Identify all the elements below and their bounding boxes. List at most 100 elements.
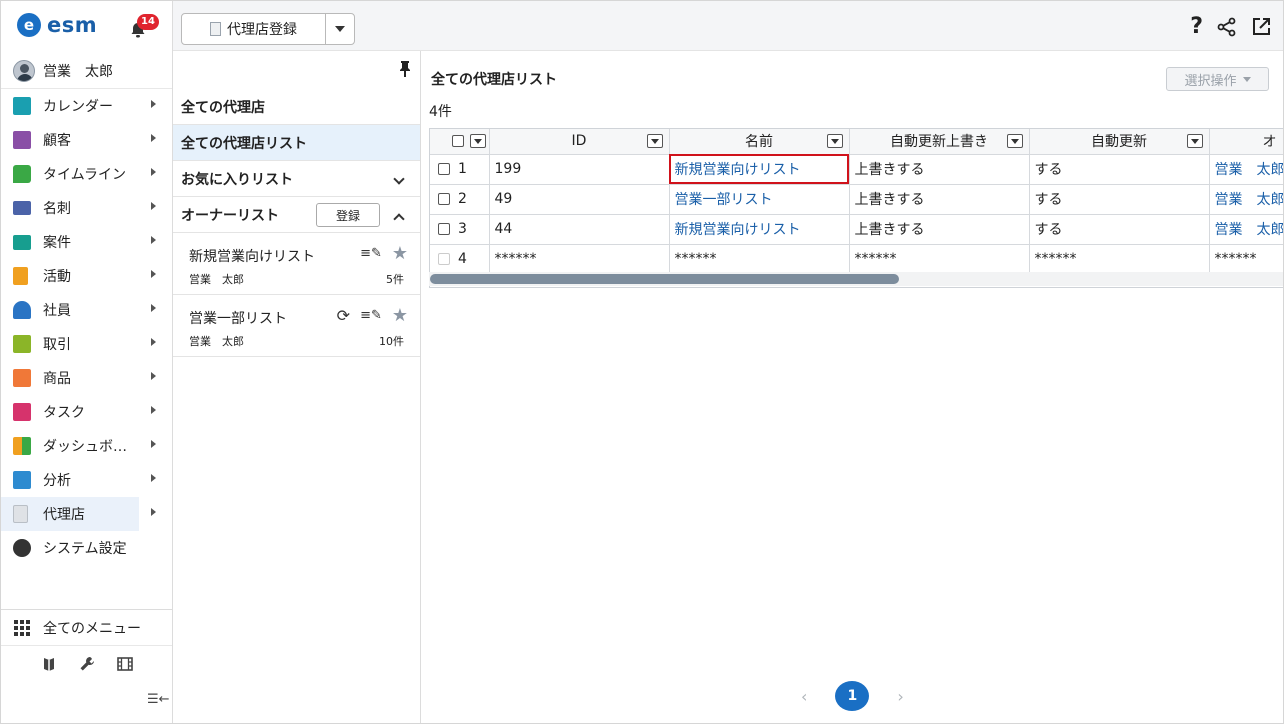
refresh-icon[interactable]: ⟳ (337, 306, 350, 325)
nav-menu: カレンダー 顧客 タイムライン 名刺 案件 活動 社員 取引 商品 タスク ダッ… (1, 89, 172, 565)
nav-item-label: 案件 (43, 235, 71, 251)
share-icon[interactable] (1217, 17, 1237, 37)
all-agencies-label: 全ての代理店 (181, 99, 265, 116)
register-agency-button[interactable]: 代理店登録 (182, 14, 326, 44)
scrollbar-thumb[interactable] (430, 274, 899, 284)
cell-id: 199 (489, 154, 670, 185)
column-menu-dropdown[interactable] (826, 134, 843, 148)
cell-name-link[interactable]: 新規営業向けリスト (669, 154, 850, 185)
owner-link[interactable]: 営業 太郎 (1215, 162, 1284, 178)
film-icon[interactable] (116, 656, 133, 672)
caret-down-icon (335, 26, 345, 32)
nav-item-label: 名刺 (43, 201, 71, 217)
page-title: 全ての代理店リスト (431, 72, 557, 88)
row-checkbox[interactable] (438, 163, 450, 175)
chevron-right-icon (151, 338, 156, 346)
column-header-label: 自動更新上書き (890, 134, 988, 151)
cell-name-link[interactable]: 営業一部リスト (669, 184, 850, 215)
nav-item-employees[interactable]: 社員 (1, 293, 172, 327)
edit-list-icon[interactable]: ≡✎ (360, 246, 382, 261)
ledger-icon (13, 335, 31, 353)
row-number: 4 (458, 251, 467, 267)
favorites-section[interactable]: お気に入りリスト (173, 161, 420, 197)
column-menu-dropdown[interactable] (1006, 134, 1023, 148)
column-header-auto-update-overwrite[interactable]: 自動更新上書き (849, 129, 1030, 155)
nav-item-analytics[interactable]: 分析 (1, 463, 172, 497)
register-dropdown-button[interactable] (326, 14, 354, 44)
page-button-current[interactable]: 1 (835, 681, 870, 711)
owner-link[interactable]: 営業 太郎 (1215, 192, 1284, 208)
star-icon[interactable]: ★ (392, 305, 408, 326)
horizontal-scrollbar[interactable] (429, 272, 1283, 286)
table-row[interactable]: 1 199 新規営業向けリスト 上書きする する 営業 太郎 (430, 154, 1284, 185)
row-checkbox[interactable] (438, 193, 450, 205)
nav-item-agencies[interactable]: 代理店 (1, 497, 156, 531)
column-header-name[interactable]: 名前 (669, 129, 850, 155)
select-menu-dropdown[interactable] (469, 134, 486, 148)
column-menu-dropdown[interactable] (1186, 134, 1203, 148)
owner-list-section[interactable]: オーナーリスト 登録 (173, 197, 420, 233)
table-row: 4 ****** ****** ****** ****** ****** (430, 244, 1283, 275)
nav-item-products[interactable]: 商品 (1, 361, 172, 395)
pin-icon[interactable] (399, 61, 411, 77)
nav-item-tasks[interactable]: タスク (1, 395, 172, 429)
wrench-icon[interactable] (79, 656, 95, 672)
nav-top: e esm 14 (1, 1, 172, 53)
esm-logo[interactable]: e esm (17, 13, 97, 37)
name-link[interactable]: 新規営業向けリスト (675, 222, 801, 238)
list-item-count: 5件 (386, 273, 404, 286)
help-icon[interactable]: ? (1190, 15, 1203, 39)
chevron-up-icon (393, 213, 405, 225)
column-menu-dropdown[interactable] (646, 134, 663, 148)
next-page-icon[interactable]: › (897, 687, 903, 706)
chevron-down-icon (393, 173, 405, 185)
nav-item-deals[interactable]: 案件 (1, 225, 172, 259)
nav-item-timeline[interactable]: タイムライン (1, 157, 172, 191)
all-agency-list-item[interactable]: 全ての代理店リスト (173, 125, 420, 161)
clipboard-icon (13, 267, 28, 285)
row-checkbox[interactable] (438, 223, 450, 235)
nav-item-system-settings[interactable]: システム設定 (1, 531, 172, 565)
name-link[interactable]: 営業一部リスト (675, 192, 773, 208)
star-icon[interactable]: ★ (392, 243, 408, 264)
all-menu-button[interactable]: 全てのメニュー (1, 610, 172, 646)
open-in-new-window-icon[interactable] (1251, 17, 1271, 37)
table-row[interactable]: 3 44 新規営業向けリスト 上書きする する 営業 太郎 (430, 214, 1284, 245)
nav-item-activity[interactable]: 活動 (1, 259, 172, 293)
column-header-owner[interactable]: オ (1209, 129, 1283, 155)
select-all-header (430, 129, 490, 155)
row-number: 2 (458, 191, 467, 207)
column-header-auto-update[interactable]: 自動更新 (1029, 129, 1210, 155)
nav-item-calendar[interactable]: カレンダー (1, 89, 172, 123)
nav-item-dashboard[interactable]: ダッシュボ… (1, 429, 172, 463)
name-link[interactable]: 新規営業向けリスト (675, 162, 801, 178)
chevron-right-icon (151, 372, 156, 380)
nav-item-label: 取引 (43, 337, 71, 353)
edit-list-icon[interactable]: ≡✎ (360, 308, 382, 323)
cell-owner: ****** (1209, 244, 1283, 275)
bulk-action-button[interactable]: 選択操作 (1166, 67, 1269, 91)
nav-item-label: カレンダー (43, 99, 113, 115)
agency-list-grid: ID 名前 自動更新上書き 自動更新 オ 1 199 新規営業向けリスト 上書き… (429, 128, 1283, 288)
all-agencies-item[interactable]: 全ての代理店 (173, 89, 420, 125)
manual-icon[interactable] (41, 656, 57, 672)
owner-link[interactable]: 営業 太郎 (1215, 222, 1284, 238)
select-all-checkbox[interactable] (452, 135, 465, 148)
owner-list-register-button[interactable]: 登録 (316, 203, 380, 227)
nav-item-customer[interactable]: 顧客 (1, 123, 172, 157)
cell-auto-update: する (1029, 214, 1210, 245)
list-item[interactable]: 新規営業向けリスト ≡✎ ★ 営業 太郎 5件 (173, 233, 420, 295)
nav-item-transactions[interactable]: 取引 (1, 327, 172, 361)
chevron-right-icon (151, 236, 156, 244)
collapse-nav-icon[interactable]: ☰← (147, 692, 170, 707)
column-header-id[interactable]: ID (489, 129, 670, 155)
document-icon (210, 22, 221, 36)
list-item-actions: ≡✎ ★ (360, 243, 408, 264)
user-profile[interactable]: 営業 太郎 (1, 53, 172, 89)
cell-name-link[interactable]: 新規営業向けリスト (669, 214, 850, 245)
table-row[interactable]: 2 49 営業一部リスト 上書きする する 営業 太郎 (430, 184, 1284, 215)
cell-owner: 営業 太郎 (1209, 184, 1284, 215)
prev-page-icon[interactable]: ‹ (801, 687, 807, 706)
nav-item-business-card[interactable]: 名刺 (1, 191, 172, 225)
list-item[interactable]: 営業一部リスト ⟳ ≡✎ ★ 営業 太郎 10件 (173, 295, 420, 357)
